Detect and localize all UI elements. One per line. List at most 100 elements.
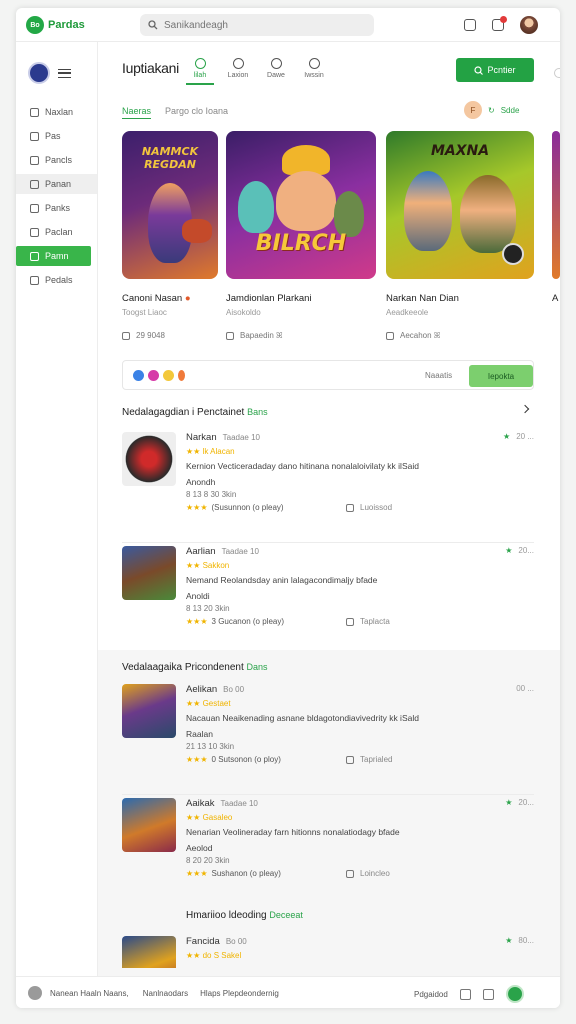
game-card[interactable]: MAXNA Narkan Nan Dian Aeadkeeole Aecahon… [386,131,536,341]
review-body: Aelikan Bo 00 ★★ Gestaet Nacauan Neaikena… [186,684,534,764]
comment-icon [346,869,354,878]
review-right: ★ 20 ... [503,432,534,441]
tab-0[interactable]: lilah [186,58,214,85]
star-icon: ★ [503,432,511,441]
sidebar-item-label: Pancls [45,155,73,165]
scroll-right-icon[interactable] [554,68,560,78]
card-meta: Aecahon ꕤ [386,331,536,341]
review-item[interactable]: Fancida Bo 00 ★★ do S Sakel ★ 80... [122,936,534,968]
sidebar-item-6-active[interactable]: Pamn [16,246,91,266]
menu-icon[interactable] [58,68,71,78]
chat-icon[interactable] [459,988,471,1000]
sidebar-item-label: Pedals [45,275,73,285]
card-subtitle: Aeadkeeole [386,308,429,317]
tab-label: lilah [193,72,207,79]
reactions[interactable] [133,370,185,381]
review-action[interactable]: Taprialed [346,755,392,764]
primary-action-button[interactable]: Pcntier [456,58,534,82]
sidebar-item-label: Paclan [45,227,73,237]
filter-chip[interactable]: F [464,101,482,119]
sidebar-item-1[interactable]: Pas [16,126,97,146]
review-text: Nemand Reolandsday anin lalagacondimaljy… [186,575,378,585]
nav-icon [30,203,39,213]
review-date: 8 13 8 30 3kin [186,490,237,499]
star-icon: ★ [505,546,513,555]
review-date: 21 13 10 3kin [186,742,235,751]
sidebar-item-0[interactable]: Naxlan [16,102,97,122]
bottom-link[interactable]: Hlaps Plepdeondernig [200,989,279,998]
nav-icon [30,155,39,165]
search-input[interactable] [164,19,354,31]
sidebar-item-2[interactable]: Pancls [16,150,97,170]
game-cover: NAMMCK REGDAN [122,131,218,279]
bottom-status: Pdgaidod [414,989,448,999]
top-icons [464,16,538,34]
sidebar: Naxlan Pas Pancls Panan Panks Paclan Pam… [16,42,98,976]
card-title: Narkan Nan Dian [386,293,459,304]
app-logo[interactable]: Bo Pardas [26,16,85,34]
sidebar-item-5[interactable]: Paclan [16,222,97,242]
game-thumbnail [122,432,176,486]
info-icon[interactable] [28,986,42,1000]
device-icon[interactable] [464,19,476,31]
review-action[interactable]: Taplacta [346,617,390,626]
bottom-actions: Pdgaidod [414,985,524,1003]
fire-icon[interactable] [178,370,185,381]
review-stars: ★★ Gasaleo [186,813,233,822]
calendar-icon[interactable] [482,988,494,1000]
love-icon[interactable] [148,370,159,381]
subtab[interactable]: Pargo clo Ioana [165,106,228,119]
bottom-link[interactable]: Nanlnaodars [143,989,188,998]
review-action[interactable]: Luoissod [346,503,392,512]
review-title: Narkan Taadae 10 [186,432,260,443]
profile-avatar[interactable] [28,62,50,84]
primary-button-label: Pcntier [487,65,516,75]
review-stars: ★★ lk Alacan [186,447,235,456]
chevron-right-icon[interactable] [520,404,530,414]
tab-3[interactable]: Iwssin [300,58,328,85]
notification-icon[interactable] [492,16,507,31]
review-date: 8 20 20 3kin [186,856,230,865]
nav-icon [30,275,39,285]
tab-2[interactable]: Dawe [262,58,290,85]
game-thumbnail [122,936,176,968]
sidebar-item-4[interactable]: Panks [16,198,97,218]
character-art [460,175,516,253]
card-title: Jamdionlan Plarkani [226,293,312,304]
tab-icon [308,58,320,69]
sidekick-art [238,181,274,233]
review-text: Nacauan Neaikenading asnane bldagotondia… [186,713,419,723]
clock-icon [122,331,130,340]
divider [122,794,534,795]
nav-icon [30,179,39,189]
game-cover: BILRCH [226,131,376,279]
tab-1[interactable]: Laxion [224,58,252,85]
review-title: Aelikan Bo 00 [186,684,245,695]
rating-stars: ★★★ [186,617,208,626]
bottom-link[interactable]: Nanean Haaln Naans, [50,989,129,998]
section-title: Nedalagagdian i Penctainet Bans [122,407,268,418]
refresh-icon[interactable]: ↻ [488,106,495,115]
game-card-peek[interactable]: A [552,131,560,304]
smile-icon[interactable] [163,370,174,381]
star-icon: ★ [505,798,513,807]
sub-tabs: Naeras Pargo clo Ioana [122,106,228,119]
user-avatar[interactable] [520,16,538,34]
status-icon[interactable] [505,985,524,1003]
review-text: Kernion Vecticeradaday dano hitinana non… [186,461,419,471]
logo-badge: Bo [26,16,44,34]
like-icon[interactable] [133,370,144,381]
search-bar[interactable] [140,14,374,36]
see-all-link[interactable]: Sdde [501,106,520,115]
subtab-active[interactable]: Naeras [122,106,152,119]
card-title: A [552,293,559,304]
review-stars: ★★ Gestaet [186,699,231,708]
sidebar-item-7[interactable]: Pedals [16,270,97,290]
sidebar-item-3[interactable]: Panan [16,174,97,194]
notification-dot [500,16,507,23]
review-footer: ★★★ 3 Gucanon (o pleay) Taplacta [186,617,390,626]
review-action[interactable]: Loincleo [346,869,390,878]
review-text-2: Anoldi [186,591,210,601]
game-card[interactable]: BILRCH Jamdionlan Plarkani Aisokoldo Bap… [226,131,376,341]
share-button[interactable]: Iepokta [469,365,533,387]
